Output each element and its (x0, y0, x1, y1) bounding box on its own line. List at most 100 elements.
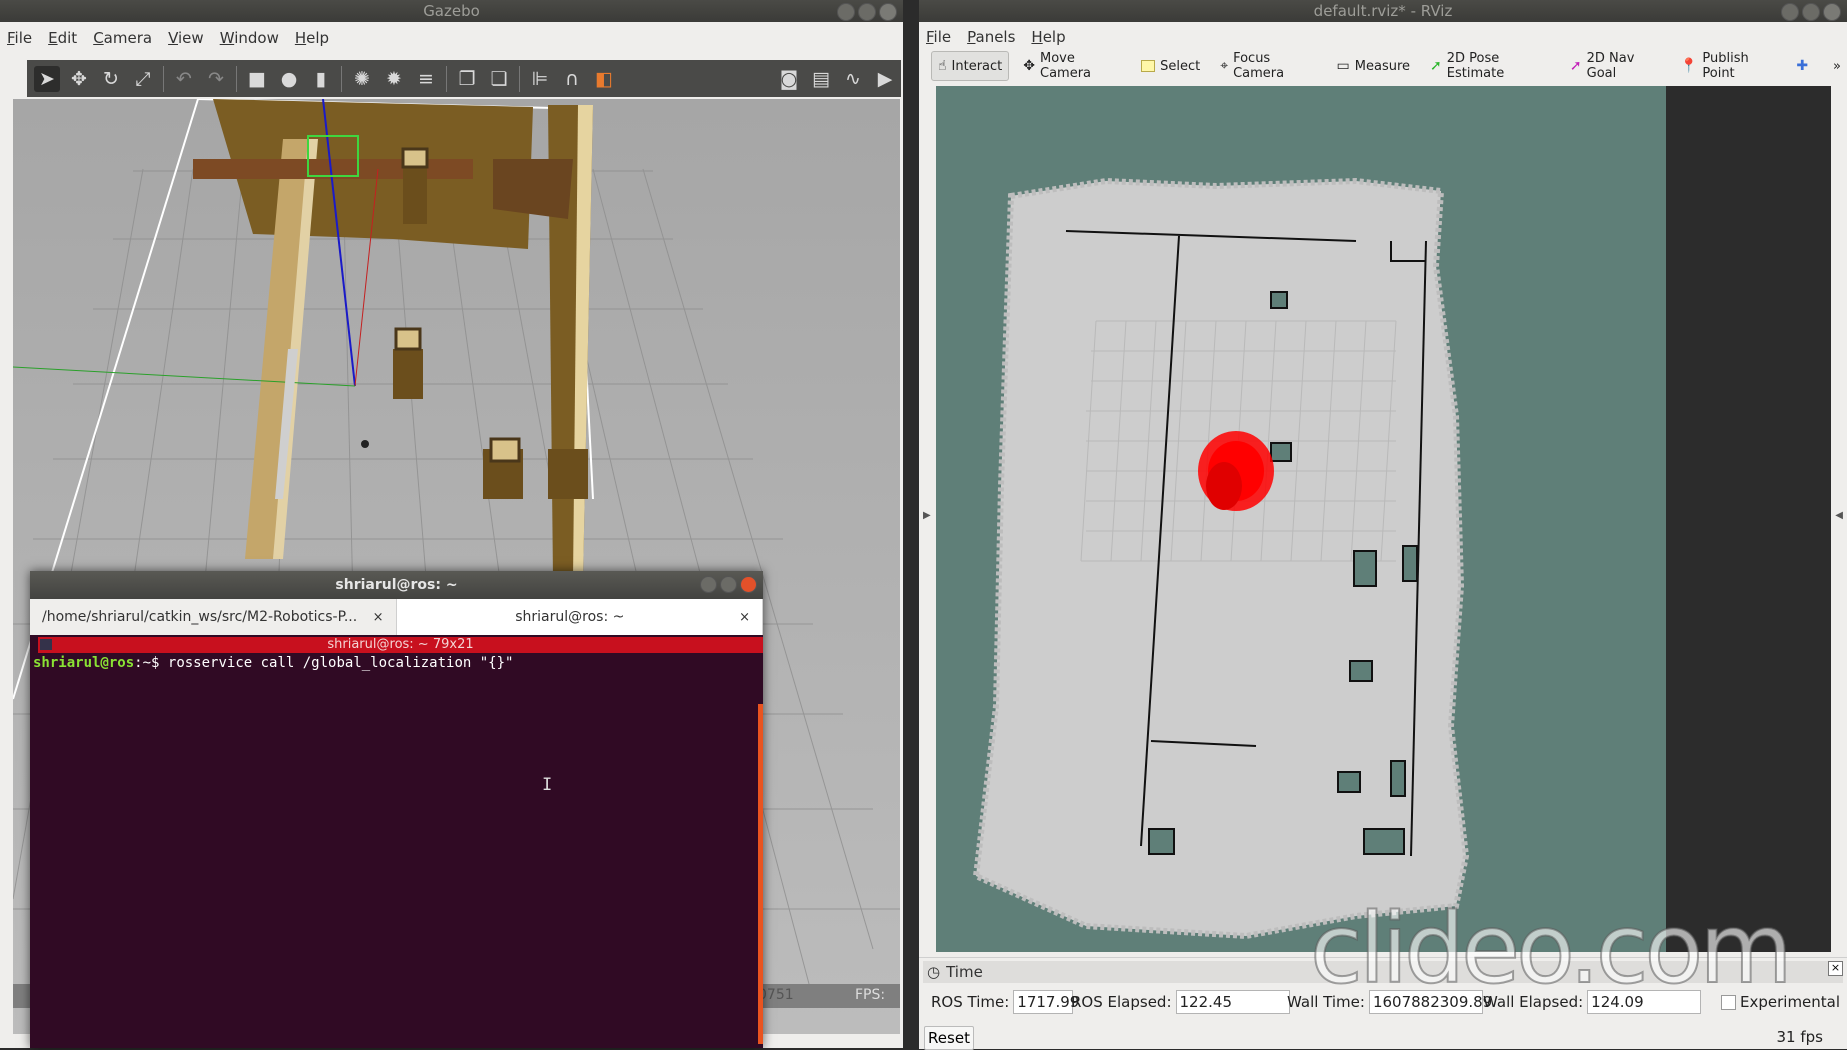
menu-file[interactable]: File (7, 29, 32, 47)
gazebo-titlebar: Gazebo (0, 0, 903, 22)
experimental-checkbox[interactable] (1721, 995, 1736, 1010)
menu-file[interactable]: File (926, 28, 951, 46)
close-icon[interactable]: × (373, 610, 384, 625)
video-icon[interactable]: ▶ (872, 66, 898, 92)
terminal-body[interactable]: shriarul@ros:~$ rosservice call /global_… (30, 655, 763, 1048)
scale-icon[interactable]: ⤢ (130, 66, 156, 92)
color-icon[interactable]: ◧ (591, 66, 617, 92)
rviz-3d-view[interactable] (936, 86, 1831, 952)
tool-select[interactable]: Select (1135, 52, 1206, 80)
magenta-arrow-icon: ➚ (1569, 58, 1582, 74)
map-pin-icon: 📍 (1679, 58, 1698, 74)
fps-label: FPS: (855, 987, 886, 1003)
menu-window[interactable]: Window (220, 29, 279, 47)
rviz-title: default.rviz* - RViz (1313, 2, 1453, 20)
maximize-button[interactable] (858, 3, 876, 21)
ros-time-field[interactable]: 1717.99 (1013, 990, 1079, 1014)
clock-icon: ◷ (927, 963, 941, 981)
close-button[interactable] (1823, 3, 1841, 21)
spot-light-icon[interactable]: ✹ (381, 66, 407, 92)
undo-icon[interactable]: ↶ (171, 66, 197, 92)
left-panel-toggle-icon[interactable]: ▶ (923, 510, 931, 521)
time-panel-title: Time (946, 963, 983, 981)
wall-elapsed-field[interactable]: 124.09 (1587, 990, 1702, 1014)
log-icon[interactable]: ▤ (808, 66, 834, 92)
translate-icon[interactable]: ✥ (66, 66, 92, 92)
tool-focus-camera[interactable]: ⌖ Focus Camera (1214, 51, 1322, 81)
ros-time-label: ROS Time: (931, 993, 1010, 1011)
select-box-icon (1141, 60, 1156, 72)
ros-elapsed-row: ROS Elapsed: 122.45 (1071, 988, 1290, 1016)
tool-measure[interactable]: ▭ Measure (1331, 52, 1416, 80)
select-arrow-icon[interactable]: ➤ (34, 65, 60, 92)
align-icon[interactable]: ⊫ (527, 66, 553, 92)
tool-move-camera[interactable]: ✥ Move Camera (1017, 51, 1127, 81)
tool-2d-pose-estimate[interactable]: ➚ 2D Pose Estimate (1424, 51, 1556, 81)
terminal-minimize-button[interactable] (700, 576, 717, 593)
rviz-window: default.rviz* - RViz File Panels Help ☝ … (919, 0, 1847, 1050)
time-panel: ◷ Time × ROS Time: 1717.99 ROS Elapsed: … (919, 957, 1847, 1050)
close-button[interactable] (879, 3, 897, 21)
wall-time-field[interactable]: 1607882309.89 (1368, 990, 1492, 1014)
menu-camera[interactable]: Camera (93, 29, 152, 47)
fps-label: 31 fps (1776, 1028, 1823, 1046)
paste-icon[interactable]: ❏ (486, 66, 512, 92)
terminal-scrollbar[interactable] (758, 704, 763, 1044)
move-camera-icon: ✥ (1023, 58, 1035, 74)
wall-time-label: Wall Time: (1287, 993, 1365, 1011)
sphere-icon[interactable]: ● (276, 66, 302, 92)
tool-interact[interactable]: ☝ Interact (931, 51, 1010, 81)
rotate-icon[interactable]: ↻ (98, 66, 124, 92)
map-render (936, 86, 1831, 952)
terminal-window: shriarul@ros: ~ /home/shriarul/catkin_ws… (30, 571, 763, 1048)
screenshot-icon[interactable]: ◙ (776, 66, 802, 92)
menu-help[interactable]: Help (295, 29, 329, 47)
box-icon[interactable]: ■ (244, 66, 270, 92)
terminal-inner-title: shriarul@ros: ~ 79x21 (327, 637, 474, 652)
terminal-tab-1[interactable]: /home/shriarul/catkin_ws/src/M2-Robotics… (30, 599, 397, 635)
close-icon[interactable]: × (739, 610, 750, 625)
right-panel-toggle-icon[interactable]: ◀ (1835, 510, 1843, 521)
plot-icon[interactable]: ∿ (840, 66, 866, 92)
add-tool-button[interactable]: ✚ (1790, 52, 1819, 80)
toolbar-overflow-button[interactable]: » (1827, 52, 1847, 80)
tool-label: Publish Point (1702, 51, 1749, 81)
tool-label: Interact (951, 58, 1003, 74)
rviz-toolbar: ☝ Interact ✥ Move Camera Select ⌖ Focus … (931, 50, 1847, 82)
reset-button[interactable]: Reset (924, 1026, 974, 1050)
tool-label: Measure (1354, 58, 1411, 74)
menu-edit[interactable]: Edit (48, 29, 77, 47)
terminal-close-button[interactable] (740, 576, 757, 593)
directional-light-icon[interactable]: ≡ (413, 66, 439, 92)
terminal-tab-2[interactable]: shriarul@ros: ~ × (396, 599, 763, 635)
ros-elapsed-field[interactable]: 122.45 (1175, 990, 1290, 1014)
menu-help[interactable]: Help (1031, 28, 1065, 46)
terminal-tab-label: /home/shriarul/catkin_ws/src/M2-Robotics… (42, 609, 358, 625)
status-sim-time: 0751 (758, 987, 794, 1003)
menu-panels[interactable]: Panels (967, 28, 1015, 46)
prompt-user: shriarul@ros (33, 655, 135, 671)
wall-elapsed-label: Wall Elapsed: (1483, 993, 1584, 1011)
terminal-mini-icon (40, 639, 52, 650)
snap-icon[interactable]: ∩ (559, 66, 585, 92)
point-light-icon[interactable]: ✺ (349, 66, 375, 92)
time-panel-header: ◷ Time (923, 961, 1843, 983)
copy-icon[interactable]: ❐ (454, 66, 480, 92)
redo-icon[interactable]: ↷ (203, 66, 229, 92)
close-icon[interactable]: × (1828, 961, 1843, 976)
cylinder-icon[interactable]: ▮ (308, 66, 334, 92)
experimental-label: Experimental (1740, 993, 1841, 1011)
terminal-maximize-button[interactable] (720, 576, 737, 593)
menu-view[interactable]: View (168, 29, 204, 47)
text-cursor-icon: I (542, 775, 553, 795)
minimize-button[interactable] (837, 3, 855, 21)
plus-icon: ✚ (1796, 58, 1809, 74)
gazebo-title: Gazebo (423, 2, 480, 20)
minimize-button[interactable] (1781, 3, 1799, 21)
green-arrow-icon: ➚ (1430, 58, 1442, 74)
maximize-button[interactable] (1802, 3, 1820, 21)
terminal-tabs: /home/shriarul/catkin_ws/src/M2-Robotics… (30, 599, 763, 635)
tool-2d-nav-goal[interactable]: ➚ 2D Nav Goal (1564, 51, 1666, 81)
tool-publish-point[interactable]: 📍 Publish Point (1674, 51, 1782, 81)
tool-label: Select (1160, 58, 1201, 74)
